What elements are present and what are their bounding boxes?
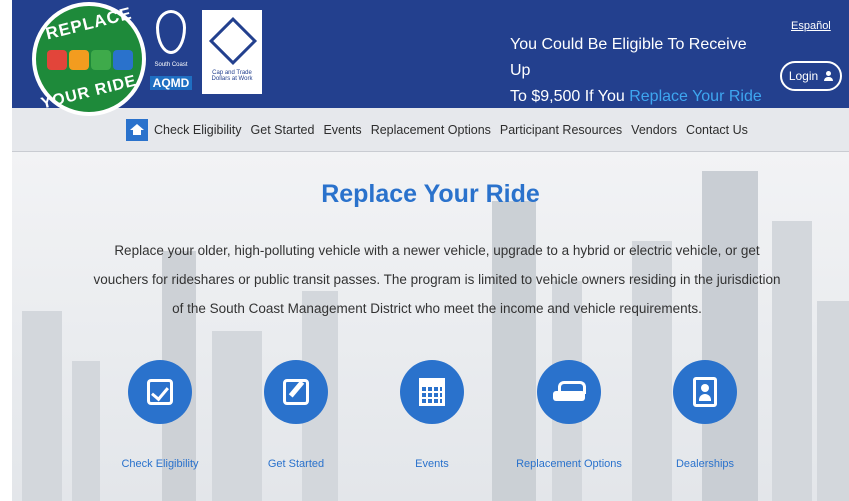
cci-emblem-icon (208, 16, 258, 66)
bus-icon (113, 50, 133, 70)
aqmd-big-text: AQMD (150, 76, 192, 90)
car-icon (553, 381, 586, 403)
tile-label: Get Started (267, 458, 325, 470)
hero-description: Replace your older, high-polluting vehic… (93, 243, 781, 316)
promo-line-2: To $9,500 If You Replace Your Ride (510, 84, 770, 110)
car-icon (91, 50, 111, 70)
aqmd-logo[interactable]: South Coast AQMD (150, 10, 192, 96)
nav-item-replacement-options[interactable]: Replacement Options (371, 123, 491, 137)
cci-text: Cap and Trade Dollars at Work (211, 70, 253, 82)
logo-top-text: REPLACE (43, 3, 134, 44)
calendar-icon (419, 378, 445, 406)
nav-item-participant-resources[interactable]: Participant Resources (500, 123, 622, 137)
nav-item-check-eligibility[interactable]: Check Eligibility (154, 123, 242, 137)
main-nav: Check Eligibility Get Started Events Rep… (12, 108, 849, 152)
tile-label: Check Eligibility (121, 458, 199, 470)
address-book-icon (693, 377, 717, 407)
home-icon (130, 124, 144, 135)
language-link-espanol[interactable]: Español (791, 20, 831, 32)
tile-get-started[interactable]: Get Started (231, 360, 361, 470)
promo-highlight: Replace Your Ride (629, 88, 762, 105)
eligibility-promo: You Could Be Eligible To Receive Up To $… (510, 32, 770, 110)
page: REPLACE YOUR RIDE South Coast AQMD Cap a… (12, 0, 849, 501)
tile-events[interactable]: Events (367, 360, 497, 470)
nav-items: Check Eligibility Get Started Events Rep… (154, 108, 748, 152)
login-label: Login (788, 69, 819, 83)
quick-links: Check Eligibility Get Started Events Rep… (12, 360, 849, 480)
car-icon (47, 50, 67, 70)
tile-circle (537, 360, 601, 424)
check-square-icon (147, 379, 173, 405)
tile-circle (400, 360, 464, 424)
hero-section: Replace Your Ride Replace your older, hi… (12, 152, 849, 501)
tile-dealerships[interactable]: Dealerships (640, 360, 770, 470)
aqmd-small-text: South Coast (154, 62, 188, 68)
car-icon (69, 50, 89, 70)
tile-circle (128, 360, 192, 424)
tile-label: Events (415, 458, 449, 470)
user-icon (824, 71, 834, 81)
nav-item-get-started[interactable]: Get Started (251, 123, 315, 137)
promo-line-1: You Could Be Eligible To Receive Up (510, 36, 747, 79)
replace-your-ride-logo[interactable]: REPLACE YOUR RIDE (32, 2, 146, 116)
nav-home-button[interactable] (126, 119, 148, 141)
site-header: REPLACE YOUR RIDE South Coast AQMD Cap a… (12, 0, 849, 116)
tile-circle (673, 360, 737, 424)
tile-label: Replacement Options (516, 458, 622, 470)
tile-check-eligibility[interactable]: Check Eligibility (95, 360, 225, 470)
edit-icon (283, 379, 309, 405)
drop-icon (156, 10, 186, 54)
tile-label: Dealerships (675, 458, 735, 470)
nav-item-vendors[interactable]: Vendors (631, 123, 677, 137)
hero-title: Replace Your Ride (321, 180, 540, 208)
tile-replacement-options[interactable]: Replacement Options (504, 360, 634, 470)
logo-vehicles (46, 50, 134, 72)
promo-line-2-prefix: To $9,500 If You (510, 88, 630, 105)
login-button[interactable]: Login (780, 61, 842, 91)
california-climate-investments-logo[interactable]: Cap and Trade Dollars at Work (202, 10, 262, 94)
nav-item-events[interactable]: Events (323, 123, 361, 137)
nav-item-contact-us[interactable]: Contact Us (686, 123, 748, 137)
tile-circle (264, 360, 328, 424)
